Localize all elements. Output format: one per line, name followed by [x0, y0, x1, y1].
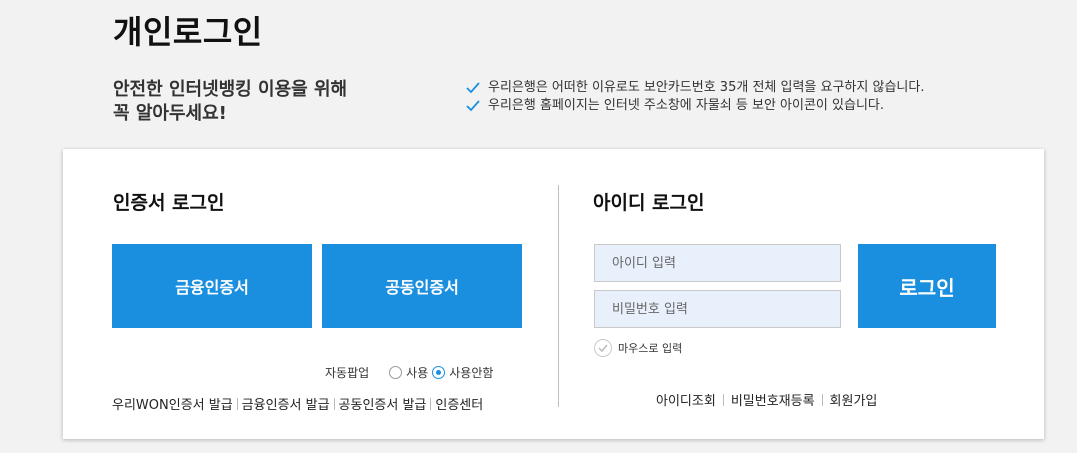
link-financial-cert-issue[interactable]: 금융인증서 발급: [242, 394, 330, 413]
mouse-input-label: 마우스로 입력: [618, 342, 683, 355]
link-divider: [236, 397, 238, 410]
link-find-id[interactable]: 아이디조회: [656, 390, 716, 409]
radio-label-use: 사용: [406, 366, 429, 380]
cert-links: 우리WON인증서 발급 금융인증서 발급 공동인증서 발급 인증센터: [112, 394, 483, 413]
notice-headline: 안전한 인터넷뱅킹 이용을 위해 꼭 알아두세요!: [113, 78, 347, 126]
mouse-input-toggle[interactable]: 마우스로 입력: [594, 339, 682, 357]
auto-popup-label: 자동팝업: [325, 366, 370, 380]
section-divider: [558, 185, 559, 407]
check-icon: [466, 100, 480, 112]
link-sign-up[interactable]: 회원가입: [830, 390, 878, 409]
link-divider: [821, 393, 823, 406]
auto-popup-nouse-radio[interactable]: 사용안함: [432, 364, 493, 381]
link-divider: [430, 397, 432, 410]
auto-popup-use-radio[interactable]: 사용: [389, 364, 428, 381]
notice-item: 우리은행은 어떠한 이유로도 보안카드번호 35개 전체 입력을 요구하지 않습…: [466, 79, 924, 97]
login-button[interactable]: 로그인: [858, 244, 996, 328]
notice-headline-line2: 꼭 알아두세요!: [113, 103, 227, 124]
financial-cert-button[interactable]: 금융인증서: [112, 244, 312, 328]
radio-on-icon[interactable]: [432, 366, 446, 379]
notice-item-text: 우리은행은 어떠한 이유로도 보안카드번호 35개 전체 입력을 요구하지 않습…: [488, 80, 925, 95]
check-icon: [466, 82, 480, 94]
link-woori-won-cert[interactable]: 우리WON인증서 발급: [112, 394, 233, 413]
link-divider: [722, 393, 724, 406]
id-input[interactable]: [594, 244, 841, 282]
check-icon: [598, 344, 608, 353]
notice-headline-line1: 안전한 인터넷뱅킹 이용을 위해: [113, 79, 348, 100]
check-circle-icon[interactable]: [594, 339, 612, 357]
link-cert-center[interactable]: 인증센터: [435, 394, 483, 413]
radio-off-icon[interactable]: [389, 366, 403, 379]
auto-popup-row: 자동팝업 사용 사용안함: [325, 364, 497, 381]
link-reset-password[interactable]: 비밀번호재등록: [731, 390, 815, 409]
public-cert-button[interactable]: 공동인증서: [322, 244, 522, 328]
id-login-title: 아이디 로그인: [593, 192, 705, 214]
radio-label-nouse: 사용안함: [449, 366, 494, 380]
notice-item: 우리은행 홈페이지는 인터넷 주소창에 자물쇠 등 보안 아이콘이 있습니다.: [466, 97, 924, 115]
cert-login-title: 인증서 로그인: [113, 192, 225, 214]
notice-list: 우리은행은 어떠한 이유로도 보안카드번호 35개 전체 입력을 요구하지 않습…: [466, 79, 924, 115]
notice-item-text: 우리은행 홈페이지는 인터넷 주소창에 자물쇠 등 보안 아이콘이 있습니다.: [488, 98, 884, 113]
link-divider: [333, 397, 335, 410]
login-page: 개인로그인 안전한 인터넷뱅킹 이용을 위해 꼭 알아두세요! 우리은행은 어떠…: [0, 0, 1077, 453]
page-title: 개인로그인: [113, 13, 263, 51]
link-public-cert-issue[interactable]: 공동인증서 발급: [339, 394, 427, 413]
login-card: 인증서 로그인 금융인증서 공동인증서 자동팝업 사용 사용안함 우리WON인증…: [63, 149, 1044, 439]
password-input[interactable]: [594, 290, 841, 328]
id-links: 아이디조회 비밀번호재등록 회원가입: [656, 390, 877, 409]
